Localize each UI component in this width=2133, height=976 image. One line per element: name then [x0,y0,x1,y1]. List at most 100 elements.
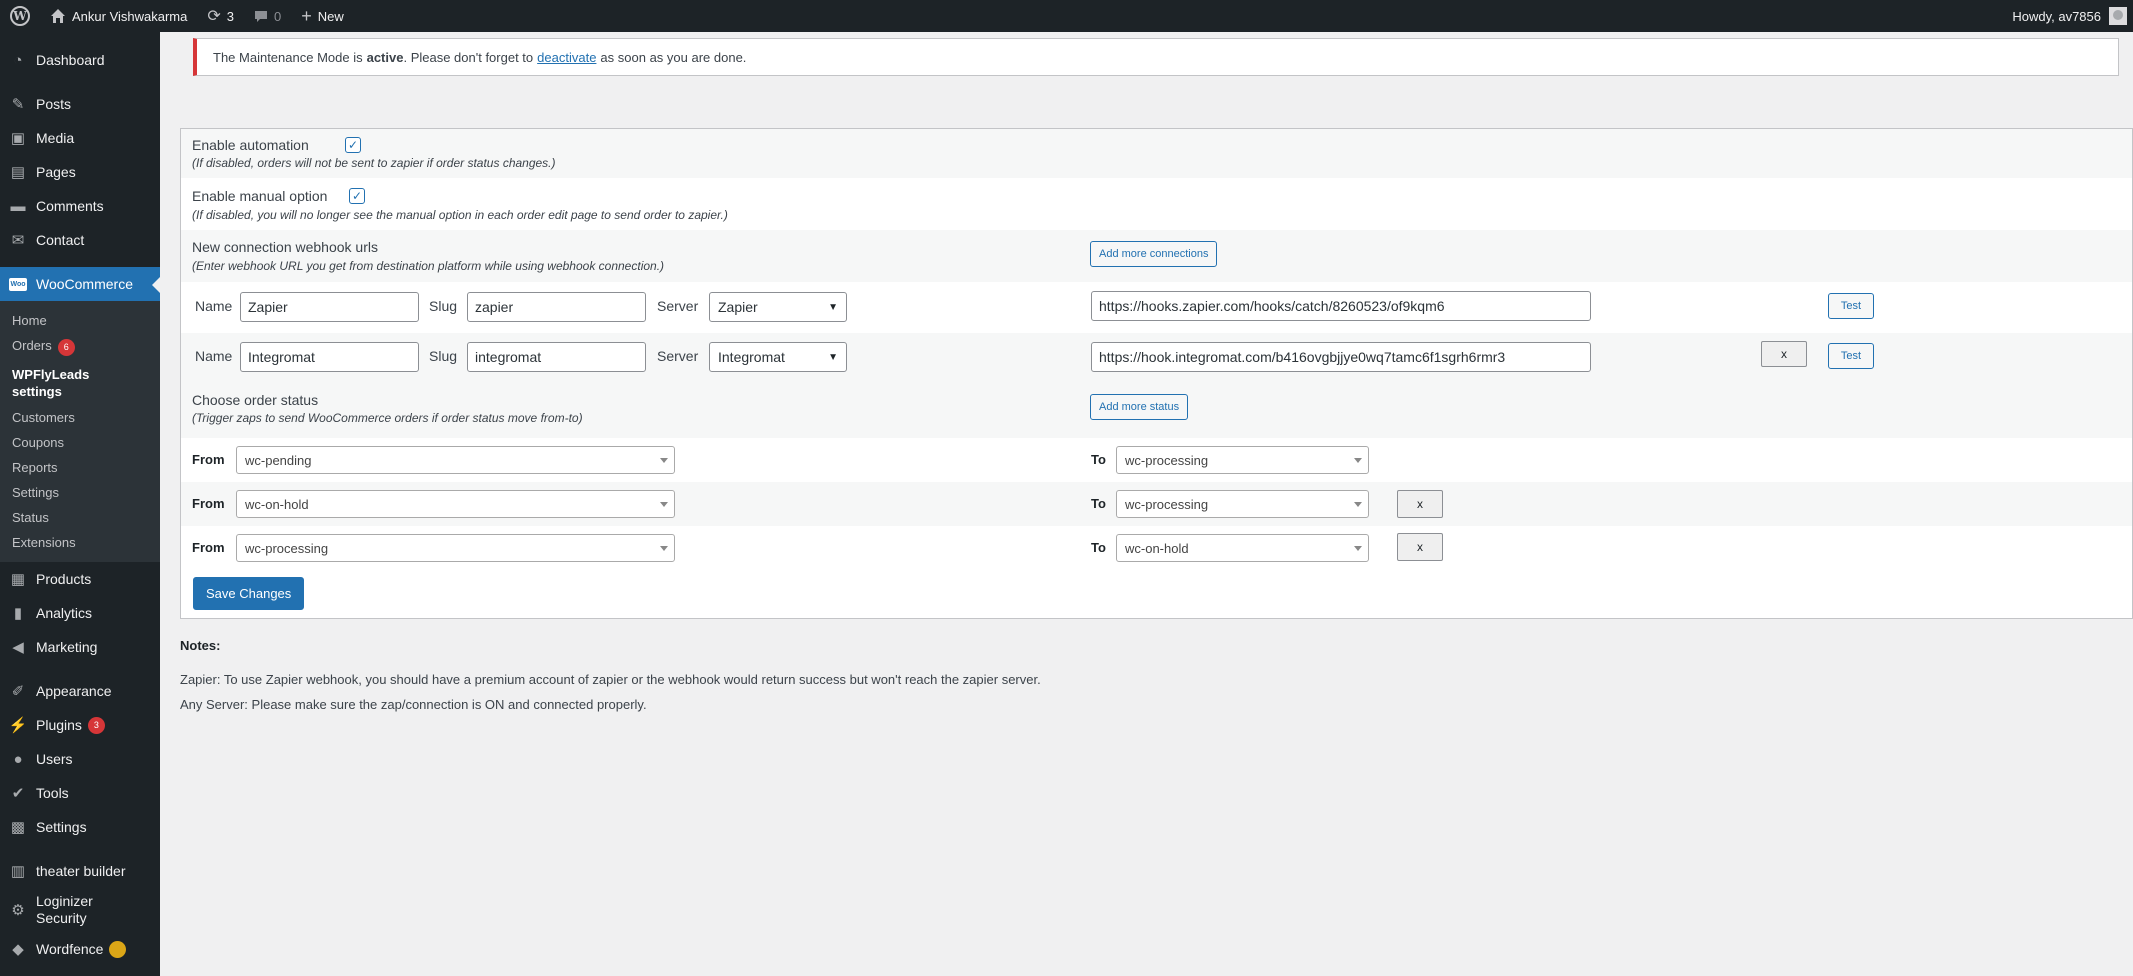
plugins-count-badge: 3 [87,716,105,734]
connection-slug-input[interactable]: zapier [467,292,646,322]
menu-marketing[interactable]: ◀ Marketing [0,630,160,664]
settings-icon: ▩ [10,819,26,836]
connection-webhook-url-input[interactable]: https://hooks.zapier.com/hooks/catch/826… [1091,291,1591,321]
menu-tools[interactable]: ✔ Tools [0,776,160,810]
maintenance-notice: The Maintenance Mode is active . Please … [193,38,2119,76]
connection-name-input[interactable]: Integromat [240,342,419,372]
to-status-select[interactable]: wc-processing [1116,490,1369,518]
updates-count: 3 [226,8,235,24]
admin-sidebar: ◔ Dashboard ✎ Posts ▣ Media ▤ Pages ▬ Co… [0,32,160,976]
woocommerce-submenu: Home Orders 6 WPFlyLeads settings Custome… [0,301,160,562]
menu-settings[interactable]: ▩ Settings [0,810,160,844]
menu-appearance[interactable]: ✐ Appearance [0,674,160,708]
menu-plugins[interactable]: ⚡ Plugins 3 [0,708,160,742]
menu-label: Comments [36,198,104,214]
comments-count: 0 [274,8,282,24]
submenu-orders[interactable]: Orders 6 [0,333,160,361]
menu-loginizer-security[interactable]: ⚙ Loginizer Security [0,888,160,932]
menu-label: Media [36,130,75,146]
enable-manual-checkbox[interactable]: ✓ [349,188,365,204]
submenu-extensions[interactable]: Extensions [0,530,160,555]
menu-users[interactable]: ● Users [0,742,160,776]
submenu-status[interactable]: Status [0,505,160,530]
connection-slug-input[interactable]: integromat [467,342,646,372]
menu-label: Dashboard [36,52,105,68]
menu-pages[interactable]: ▤ Pages [0,155,160,189]
from-status-value: wc-on-hold [245,496,309,512]
menu-label: WooCommerce [36,276,133,292]
menu-label: Wordfence [36,941,104,957]
enable-manual-hint: (If disabled, you will no longer see the… [192,208,728,222]
updates-link[interactable]: ⟳ 3 [197,0,244,32]
menu-label: Pages [36,164,76,180]
to-status-select[interactable]: wc-processing [1116,446,1369,474]
shield-icon: ◆ [12,941,24,958]
comments-link[interactable]: 0 [244,0,291,32]
submenu-home[interactable]: Home [0,308,160,333]
submenu-wpflyleads-settings[interactable]: WPFlyLeads settings [0,361,120,405]
connection-server-select[interactable]: Zapier ▼ [709,292,847,322]
woo-logo: Woo [9,277,27,291]
menu-theater-builder[interactable]: ▥ theater builder [0,854,160,888]
notes-title: Notes: [180,638,221,653]
dropdown-arrow-icon [1354,502,1362,507]
plus-icon: + [301,5,312,26]
wp-logo-menu[interactable]: W [0,0,40,32]
from-label: From [192,496,225,511]
plug-icon: ⚡ [8,717,28,734]
enable-automation-checkbox[interactable]: ✓ [345,137,361,153]
webhook-urls-row: New connection webhook urls (Enter webho… [181,230,2132,282]
remove-status-button[interactable]: x [1397,490,1443,518]
menu-media[interactable]: ▣ Media [0,121,160,155]
to-status-select[interactable]: wc-on-hold [1116,534,1369,562]
remove-status-button[interactable]: x [1397,533,1443,561]
menu-contact[interactable]: ✉ Contact [0,223,160,257]
dropdown-arrow-icon [660,546,668,551]
add-more-connections-button[interactable]: Add more connections [1090,241,1218,267]
from-status-select[interactable]: wc-processing [236,534,675,562]
test-connection-button[interactable]: Test [1828,293,1874,319]
connection-server-select[interactable]: Integromat ▼ [709,342,847,372]
woocommerce-icon: Woo [8,274,28,294]
name-label: Name [195,298,233,314]
submenu-customers[interactable]: Customers [0,405,160,430]
menu-dashboard[interactable]: ◔ Dashboard [0,43,160,77]
menu-products[interactable]: ▦ Products [0,562,160,596]
brush-icon: ✐ [11,683,25,700]
admin-bar: W Ankur Vishwakarma ⟳ 3 0 + New Howdy, a… [0,0,2133,32]
note-zapier: Zapier: To use Zapier webhook, you shoul… [180,672,1041,687]
remove-connection-button[interactable]: x [1761,341,1807,367]
submenu-settings[interactable]: Settings [0,480,160,505]
from-status-select[interactable]: wc-on-hold [236,490,675,518]
my-account[interactable]: Howdy, av7856 [2012,7,2133,25]
connection-webhook-url-input[interactable]: https://hook.integromat.com/b416ovgbjjye… [1091,342,1591,372]
site-name: Ankur Vishwakarma [72,8,188,24]
chart-icon: ▮ [13,605,23,622]
connection-name-input[interactable]: Zapier [240,292,419,322]
to-label: To [1091,452,1106,467]
server-value: Integromat [718,349,785,365]
add-more-status-button[interactable]: Add more status [1090,394,1189,420]
submenu-reports[interactable]: Reports [0,455,160,480]
user-icon: ● [13,750,23,768]
menu-comments[interactable]: ▬ Comments [0,189,160,223]
menu-posts[interactable]: ✎ Posts [0,87,160,121]
updates-icon: ⟳ [207,8,221,25]
slug-label: Slug [429,348,458,364]
deactivate-link[interactable]: deactivate [537,50,596,65]
menu-analytics[interactable]: ▮ Analytics [0,596,160,630]
wrench-icon: ✔ [11,785,25,802]
test-connection-button[interactable]: Test [1828,343,1874,369]
webhook-urls-label: New connection webhook urls [192,239,378,255]
submenu-coupons[interactable]: Coupons [0,430,160,455]
note-any-server: Any Server: Please make sure the zap/con… [180,697,647,712]
save-changes-button[interactable]: Save Changes [193,577,305,610]
from-label: From [192,540,225,555]
site-name-link[interactable]: Ankur Vishwakarma [40,0,197,32]
menu-wordfence[interactable]: ◆ Wordfence [0,932,160,966]
from-status-select[interactable]: wc-pending [236,446,675,474]
menu-woocommerce[interactable]: Woo WooCommerce [0,267,160,301]
to-status-value: wc-processing [1125,496,1209,512]
new-content-link[interactable]: + New [291,0,354,32]
order-status-label: Choose order status [192,392,319,408]
